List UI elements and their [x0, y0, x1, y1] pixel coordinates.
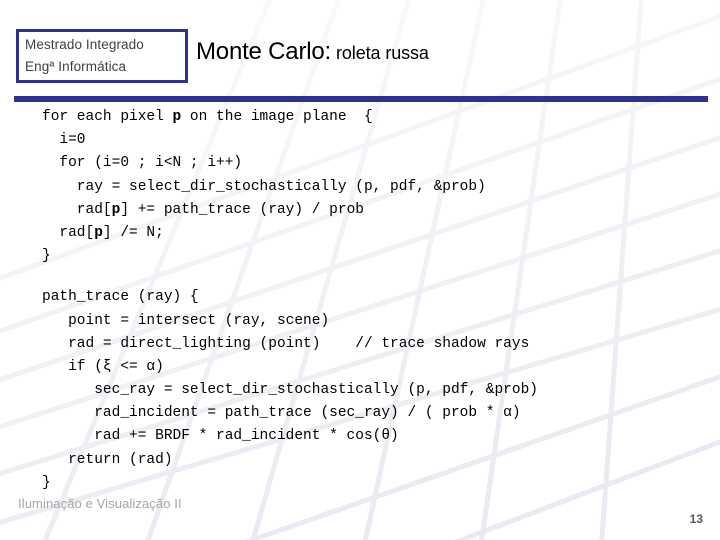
- code-line: rad = direct_lighting (point) // trace s…: [42, 335, 530, 352]
- code-line: for (i=0 ; i<N ; i++): [42, 155, 243, 172]
- code-line: rad_incident = path_trace (sec_ray) / ( …: [42, 405, 521, 422]
- header-divider-bar: [14, 96, 708, 102]
- code-line: rad[p] /= N;: [42, 224, 164, 241]
- footer-course-title: Iluminação e Visualização II: [18, 496, 182, 511]
- code-line: i=0: [42, 132, 86, 149]
- course-program-line: Mestrado Integrado: [25, 37, 144, 52]
- code-line: return (rad): [42, 451, 173, 468]
- code-line: path_trace (ray) {: [42, 289, 199, 306]
- code-line: ray = select_dir_stochastically (p, pdf,…: [42, 178, 486, 195]
- code-line: for each pixel p on the image plane {: [42, 109, 373, 125]
- code-line: sec_ray = select_dir_stochastically (p, …: [42, 382, 538, 399]
- slide-header: Mestrado Integrado Engª Informática Mont…: [0, 0, 720, 102]
- page-number: 13: [689, 512, 703, 526]
- code-line: rad[p] += path_trace (ray) / prob: [42, 201, 364, 218]
- code-line: }: [42, 248, 51, 265]
- slide-title: Monte Carlo: roleta russa: [196, 38, 429, 66]
- course-department-line: Engª Informática: [25, 59, 127, 74]
- pseudocode-block: for each pixel p on the image plane { i=…: [0, 106, 720, 495]
- slide-footer: Iluminação e Visualização II 13: [0, 486, 720, 540]
- slide-title-subtitle: roleta russa: [336, 43, 429, 63]
- code-line: rad += BRDF * rad_incident * cos(θ): [42, 428, 399, 445]
- code-emphasis: p: [94, 224, 103, 241]
- code-line: point = intersect (ray, scene): [42, 312, 330, 329]
- code-line: if (ξ <= α): [42, 358, 164, 375]
- code-emphasis: p: [111, 201, 121, 218]
- code-emphasis: p: [172, 109, 182, 125]
- course-name-box: Mestrado Integrado Engª Informática: [16, 29, 188, 83]
- slide-title-main: Monte Carlo:: [196, 38, 331, 65]
- slide-canvas: Mestrado Integrado Engª Informática Mont…: [0, 0, 720, 540]
